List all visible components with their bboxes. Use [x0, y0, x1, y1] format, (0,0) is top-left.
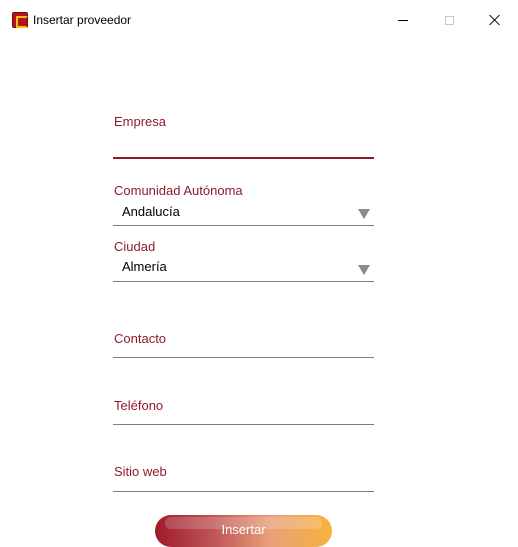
triangle-down-icon[interactable] [358, 209, 370, 219]
empresa-label: Empresa [114, 114, 167, 129]
title-bar: Insertar proveedor [0, 0, 518, 40]
close-button[interactable] [472, 0, 518, 40]
close-icon [489, 14, 501, 26]
telefono-underline [113, 424, 374, 425]
contacto-underline [113, 357, 374, 358]
minimize-icon [398, 19, 408, 21]
insertar-button-label: Insertar [221, 521, 266, 537]
contacto-label: Contacto [114, 331, 167, 346]
maximize-icon [444, 15, 454, 25]
maximize-button[interactable] [426, 0, 472, 40]
app-logo-icon [12, 12, 28, 28]
minimize-button[interactable] [380, 0, 426, 40]
window-title: Insertar proveedor [33, 13, 132, 27]
telefono-label: Teléfono [114, 398, 164, 413]
comunidad-underline [113, 225, 374, 226]
sitio-web-underline [113, 491, 374, 492]
comunidad-selected-value: Andalucía [122, 204, 180, 219]
ciudad-underline [113, 281, 374, 282]
comunidad-label: Comunidad Autónoma [114, 183, 243, 198]
ciudad-selected-value: Almería [122, 259, 167, 274]
sitio-web-label: Sitio web [114, 464, 167, 479]
insertar-button[interactable]: Insertar [155, 515, 332, 547]
triangle-down-icon[interactable] [358, 265, 370, 275]
empresa-underline [113, 157, 374, 159]
ciudad-label: Ciudad [114, 239, 156, 254]
